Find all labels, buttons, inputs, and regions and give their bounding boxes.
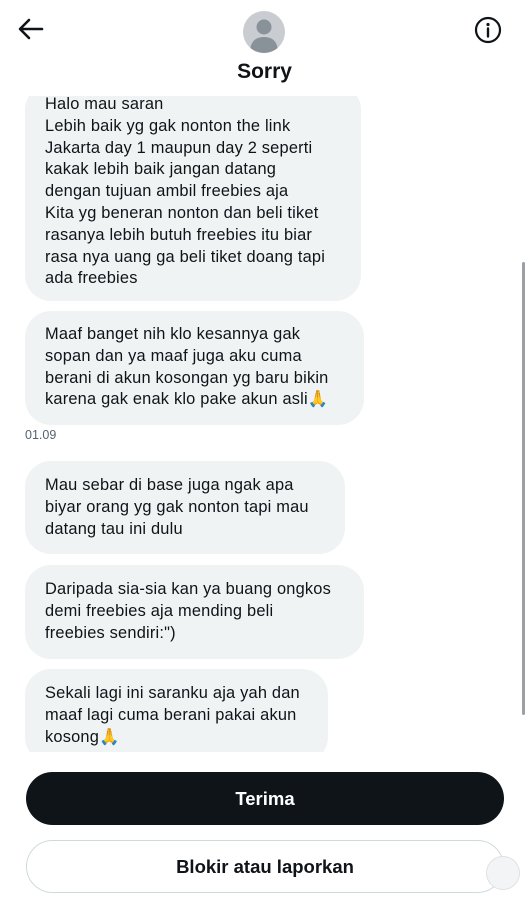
info-icon <box>474 16 502 49</box>
avatar[interactable] <box>243 11 285 53</box>
request-actions: Terima Blokir atau laporkan <box>0 752 529 900</box>
message-line: Mau sebar di base juga ngak apa <box>45 476 294 494</box>
dm-request-screen: Halo mau saran Lebih baik yg gak nonton … <box>0 0 529 900</box>
info-button[interactable] <box>470 14 506 50</box>
message-line: Maaf banget nih klo kesannya gak <box>45 325 301 343</box>
message-line: rasanya lebih butuh freebies itu biar <box>45 225 313 244</box>
message-line: sopan dan ya maaf juga aku cuma <box>45 346 302 365</box>
message-line: dengan tujuan ambil freebies aja <box>45 182 289 201</box>
message-line: maaf lagi cuma berani pakai akun <box>45 705 297 724</box>
message-line: Lebih baik yg gak nonton the link <box>45 116 291 135</box>
message-line: kosong🙏 <box>45 727 120 746</box>
back-button[interactable] <box>14 14 48 48</box>
message-bubble: Sekali lagi ini saranku aja yah dan maaf… <box>25 669 328 752</box>
message-line: berani di akun kosongan yg baru bikin <box>45 368 329 387</box>
message-line: Sekali lagi ini saranku aja yah dan <box>45 684 300 702</box>
contact-name: Sorry <box>237 60 292 83</box>
message-line: karena gak enak klo pake akun asli🙏 <box>45 390 329 409</box>
message-bubble: Maaf banget nih klo kesannya gak sopan d… <box>25 311 364 425</box>
message-list[interactable]: Halo mau saran Lebih baik yg gak nonton … <box>0 0 529 752</box>
message-line: biyar orang yg gak nonton tapi mau <box>45 497 309 516</box>
default-avatar-icon <box>243 19 285 53</box>
watermark-logo <box>486 856 520 890</box>
scrollbar[interactable] <box>522 262 525 715</box>
message-line: Jakarta day 1 maupun day 2 seperti <box>45 138 313 157</box>
message-line: freebies sendiri:") <box>45 623 176 642</box>
message-line: Daripada sia-sia kan ya buang ongkos <box>45 580 332 598</box>
message-line: datang tau ini dulu <box>45 519 183 538</box>
message-line: demi freebies aja mending beli <box>45 601 274 620</box>
back-arrow-icon <box>18 18 44 45</box>
message-timestamp: 01.09 <box>25 428 57 442</box>
message-bubble: Halo mau saran Lebih baik yg gak nonton … <box>25 84 361 301</box>
message-line: ada freebies <box>45 269 138 288</box>
accept-button[interactable]: Terima <box>26 772 504 825</box>
message-line: Halo mau saran <box>45 95 164 113</box>
block-report-button[interactable]: Blokir atau laporkan <box>26 840 504 893</box>
message-bubble: Daripada sia-sia kan ya buang ongkos dem… <box>25 565 364 659</box>
message-line: Kita yg beneran nonton dan beli tiket <box>45 203 319 222</box>
message-line: kakak lebih baik jangan datang <box>45 160 277 179</box>
message-line: rasa nya uang ga beli tiket doang tapi <box>45 247 326 266</box>
message-bubble: Mau sebar di base juga ngak apa biyar or… <box>25 461 345 554</box>
conversation-header: Sorry <box>0 0 529 96</box>
